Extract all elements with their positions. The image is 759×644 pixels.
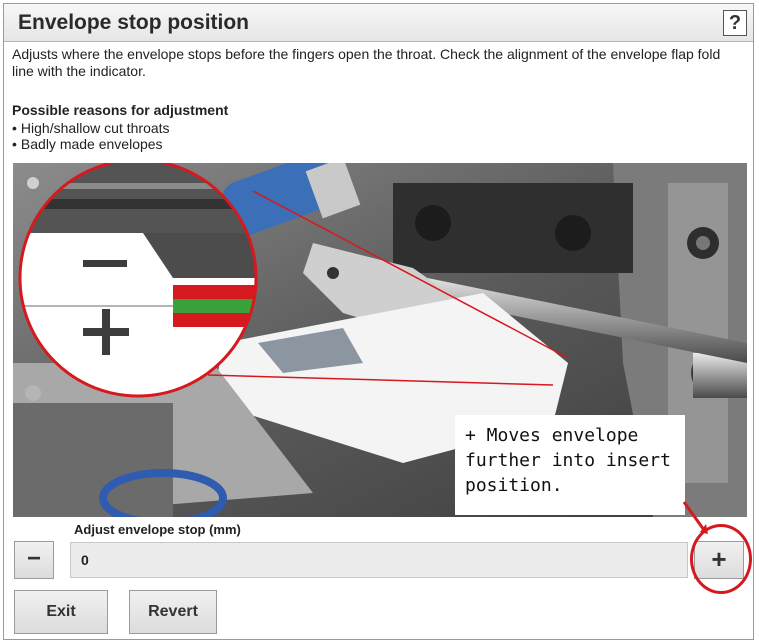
revert-button[interactable]: Revert [129,590,217,634]
title-bar: Envelope stop position ? [4,4,753,42]
adjust-stop-label: Adjust envelope stop (mm) [74,522,241,537]
reasons-heading: Possible reasons for adjustment [12,102,229,118]
dialog-title: Envelope stop position [18,11,250,34]
reason-item: Badly made envelopes [12,136,170,152]
reason-item: High/shallow cut throats [12,120,170,136]
decrease-button[interactable]: − [14,541,54,579]
description-text: Adjusts where the envelope stops before … [12,46,721,79]
exit-button[interactable]: Exit [14,590,108,634]
reasons-list: High/shallow cut throats Badly made enve… [12,120,170,152]
callout-arrow-icon [682,501,708,534]
help-button[interactable]: ? [723,10,747,36]
callout-note: + Moves envelope further into insert pos… [455,415,685,515]
envelope-stop-value-field[interactable]: 0 [70,542,688,578]
